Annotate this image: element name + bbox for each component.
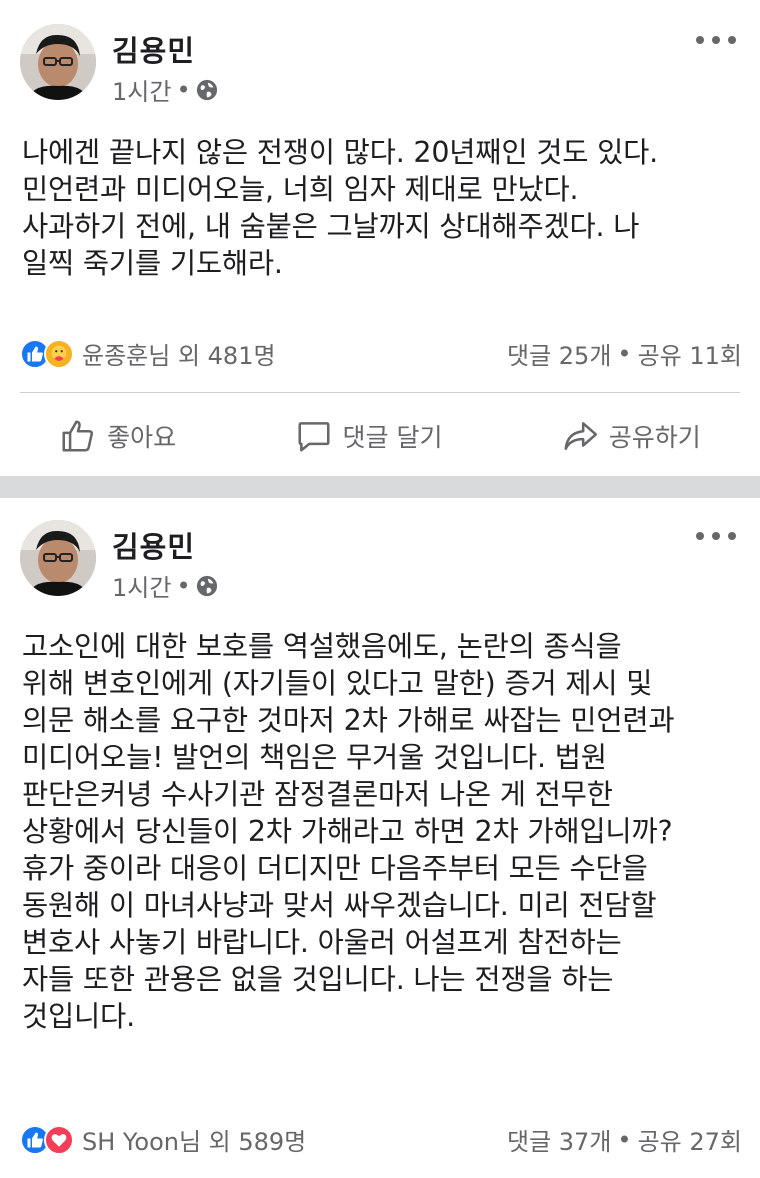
share-icon — [564, 422, 597, 450]
post-meta: 1시간 • — [112, 568, 218, 603]
share-count[interactable]: 공유 11회 — [638, 336, 742, 371]
more-options-button[interactable] — [696, 30, 736, 50]
more-dot-icon — [712, 532, 720, 540]
post-separator — [0, 476, 760, 498]
reaction-count: 윤종훈님 외 481명 — [82, 342, 276, 370]
more-dot-icon — [696, 36, 704, 44]
more-dot-icon — [696, 532, 704, 540]
meta-separator: • — [176, 75, 191, 104]
globe-icon — [196, 575, 217, 596]
post-card: 김용민 1시간 • 고소인에 대한 보호를 역설했음에도, 논란의 종식을 위해… — [0, 498, 760, 1178]
post-body: 고소인에 대한 보호를 역설했음에도, 논란의 종식을 위해 변호인에게 (자기… — [22, 630, 675, 1033]
like-button[interactable]: 좋아요 — [59, 417, 176, 455]
comment-icon — [297, 422, 330, 452]
author-name[interactable]: 김용민 — [112, 28, 195, 70]
author-name[interactable]: 김용민 — [112, 524, 195, 566]
more-dot-icon — [712, 36, 720, 44]
avatar[interactable] — [20, 24, 96, 100]
like-label: 좋아요 — [107, 423, 177, 452]
more-options-button[interactable] — [696, 526, 736, 546]
share-button[interactable]: 공유하기 — [561, 417, 701, 455]
action-bar: 좋아요 댓글 달기 공유하기 — [0, 406, 760, 466]
share-label: 공유하기 — [608, 423, 701, 452]
comment-count[interactable]: 댓글 37개 — [507, 1122, 611, 1157]
love-icon — [44, 1124, 74, 1155]
post-time[interactable]: 1시간 — [112, 568, 171, 603]
engagement-counts: 댓글 37개 • 공유 27회 — [507, 1122, 742, 1157]
reaction-icons — [20, 338, 74, 369]
more-dot-icon — [728, 532, 736, 540]
comment-count[interactable]: 댓글 25개 — [507, 336, 611, 371]
count-separator: • — [617, 339, 632, 368]
post-meta: 1시간 • — [112, 72, 218, 107]
profile-photo — [20, 520, 96, 596]
share-count[interactable]: 공유 27회 — [638, 1122, 742, 1157]
more-dot-icon — [728, 36, 736, 44]
reaction-icons — [20, 1124, 74, 1155]
thumbs-up-icon — [62, 420, 94, 452]
care-icon — [44, 338, 74, 369]
reaction-count: SH Yoon님 외 589명 — [82, 1128, 307, 1156]
meta-separator: • — [176, 571, 191, 600]
avatar[interactable] — [20, 520, 96, 596]
engagement-counts: 댓글 25개 • 공유 11회 — [507, 336, 742, 371]
post-body: 나에겐 끝나지 않은 전쟁이 많다. 20년째인 것도 있다. 민언련과 미디어… — [22, 136, 659, 280]
reaction-summary[interactable]: 윤종훈님 외 481명 — [20, 336, 276, 371]
reaction-summary[interactable]: SH Yoon님 외 589명 — [20, 1122, 306, 1157]
post-card: 김용민 1시간 • 나에겐 끝나지 않은 전쟁이 많다. 20년째인 것도 있다… — [0, 0, 760, 476]
comment-label: 댓글 달기 — [342, 423, 443, 452]
action-divider — [20, 392, 740, 393]
profile-photo — [20, 24, 96, 100]
post-time[interactable]: 1시간 — [112, 72, 171, 107]
globe-icon — [196, 79, 217, 100]
count-separator: • — [617, 1125, 632, 1154]
comment-button[interactable]: 댓글 달기 — [295, 417, 443, 455]
